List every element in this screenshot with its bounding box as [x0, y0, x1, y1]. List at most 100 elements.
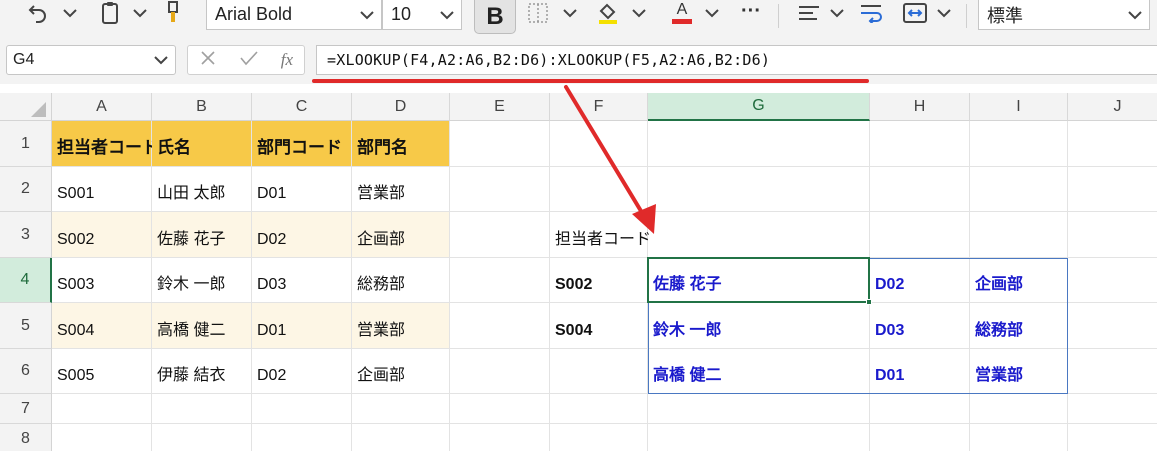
cell-d1[interactable]: 部門名 [352, 121, 450, 167]
cell-d3[interactable]: 企画部 [352, 212, 450, 258]
cell-a5[interactable]: S004 [52, 303, 152, 349]
cell-d5[interactable]: 営業部 [352, 303, 450, 349]
cell-a2[interactable]: S001 [52, 167, 152, 212]
cell-f8[interactable] [550, 424, 648, 451]
chevron-down-icon[interactable] [433, 10, 461, 20]
cell-d6[interactable]: 企画部 [352, 349, 450, 394]
cell-e4[interactable] [450, 258, 550, 303]
bold-button[interactable]: B [474, 0, 516, 34]
borders-icon[interactable] [524, 0, 552, 26]
cancel-icon[interactable] [199, 49, 217, 72]
cell-j5[interactable] [1068, 303, 1157, 349]
cell-g4[interactable]: 佐藤 花子 [648, 258, 870, 303]
column-header-b[interactable]: B [152, 93, 252, 121]
cell-c4[interactable]: D03 [252, 258, 352, 303]
cell-g1[interactable] [648, 121, 870, 167]
cell-h5[interactable]: D03 [870, 303, 970, 349]
clipboard-icon[interactable] [96, 0, 124, 26]
cell-i6[interactable]: 営業部 [970, 349, 1068, 394]
cell-d8[interactable] [352, 424, 450, 451]
column-header-h[interactable]: H [870, 93, 970, 121]
cell-j6[interactable] [1068, 349, 1157, 394]
row-header-2[interactable]: 2 [0, 167, 52, 212]
select-all-corner[interactable] [0, 93, 52, 121]
clipboard-dropdown-chevron-down-icon[interactable] [128, 0, 152, 26]
number-format-combo[interactable]: 標準 [978, 0, 1150, 30]
cell-h8[interactable] [870, 424, 970, 451]
cell-i1[interactable] [970, 121, 1068, 167]
cell-i3[interactable] [970, 212, 1068, 258]
cell-j3[interactable] [1068, 212, 1157, 258]
cell-g8[interactable] [648, 424, 870, 451]
cell-b1[interactable]: 氏名 [152, 121, 252, 167]
formula-input[interactable]: =XLOOKUP(F4,A2:A6,B2:D6):XLOOKUP(F5,A2:A… [316, 45, 1157, 75]
cell-j4[interactable] [1068, 258, 1157, 303]
cell-j1[interactable] [1068, 121, 1157, 167]
cell-e5[interactable] [450, 303, 550, 349]
cell-f7[interactable] [550, 394, 648, 424]
cell-e7[interactable] [450, 394, 550, 424]
cell-b6[interactable]: 伊藤 結衣 [152, 349, 252, 394]
cell-g3[interactable] [648, 212, 870, 258]
align-left-icon[interactable] [794, 0, 824, 26]
cell-h3[interactable] [870, 212, 970, 258]
fill-color-dropdown-chevron-down-icon[interactable] [628, 0, 650, 26]
fill-handle[interactable] [866, 299, 872, 305]
cell-f5[interactable]: S004 [550, 303, 648, 349]
cell-c6[interactable]: D02 [252, 349, 352, 394]
cell-h7[interactable] [870, 394, 970, 424]
chevron-down-icon[interactable] [353, 10, 381, 20]
fill-color-icon[interactable] [594, 0, 622, 26]
cell-h2[interactable] [870, 167, 970, 212]
undo-icon[interactable] [24, 0, 52, 26]
column-header-a[interactable]: A [52, 93, 152, 121]
cell-a6[interactable]: S005 [52, 349, 152, 394]
cell-g6[interactable]: 高橋 健二 [648, 349, 870, 394]
row-header-5[interactable]: 5 [0, 303, 52, 349]
cell-b8[interactable] [152, 424, 252, 451]
column-header-c[interactable]: C [252, 93, 352, 121]
column-header-j[interactable]: J [1068, 93, 1157, 121]
cell-b2[interactable]: 山田 太郎 [152, 167, 252, 212]
font-color-dropdown-chevron-down-icon[interactable] [700, 0, 724, 26]
cell-i5[interactable]: 総務部 [970, 303, 1068, 349]
cell-f1[interactable] [550, 121, 648, 167]
merge-cells-icon[interactable] [900, 0, 930, 26]
cell-b7[interactable] [152, 394, 252, 424]
row-header-4[interactable]: 4 [0, 258, 52, 303]
undo-dropdown-chevron-down-icon[interactable] [58, 0, 82, 26]
cell-a8[interactable] [52, 424, 152, 451]
cell-b5[interactable]: 高橋 健二 [152, 303, 252, 349]
cell-a7[interactable] [52, 394, 152, 424]
cell-f3[interactable]: 担当者コード [550, 212, 651, 258]
cell-f4[interactable]: S002 [550, 258, 648, 303]
chevron-down-icon[interactable] [147, 55, 175, 65]
font-name-combo[interactable]: Arial Bold [206, 0, 382, 30]
column-header-g[interactable]: G [648, 93, 870, 121]
font-color-icon[interactable]: A [668, 0, 696, 26]
cell-h4[interactable]: D02 [870, 258, 970, 303]
format-painter-icon[interactable] [160, 0, 186, 26]
cell-c3[interactable]: D02 [252, 212, 352, 258]
row-header-7[interactable]: 7 [0, 394, 52, 424]
enter-check-icon[interactable] [239, 49, 259, 72]
column-header-i[interactable]: I [970, 93, 1068, 121]
merge-dropdown-chevron-down-icon[interactable] [932, 0, 956, 26]
cell-e8[interactable] [450, 424, 550, 451]
chevron-down-icon[interactable] [1121, 10, 1149, 20]
cell-d2[interactable]: 営業部 [352, 167, 450, 212]
cell-i4[interactable]: 企画部 [970, 258, 1068, 303]
cell-g2[interactable] [648, 167, 870, 212]
borders-dropdown-chevron-down-icon[interactable] [558, 0, 582, 26]
cell-j8[interactable] [1068, 424, 1157, 451]
cell-j2[interactable] [1068, 167, 1157, 212]
cell-a3[interactable]: S002 [52, 212, 152, 258]
cell-a1[interactable]: 担当者コード [52, 121, 159, 167]
row-header-1[interactable]: 1 [0, 121, 52, 167]
cell-c5[interactable]: D01 [252, 303, 352, 349]
row-header-3[interactable]: 3 [0, 212, 52, 258]
cell-h1[interactable] [870, 121, 970, 167]
wrap-text-icon[interactable] [856, 0, 886, 26]
cell-b4[interactable]: 鈴木 一郎 [152, 258, 252, 303]
row-header-8[interactable]: 8 [0, 424, 52, 451]
